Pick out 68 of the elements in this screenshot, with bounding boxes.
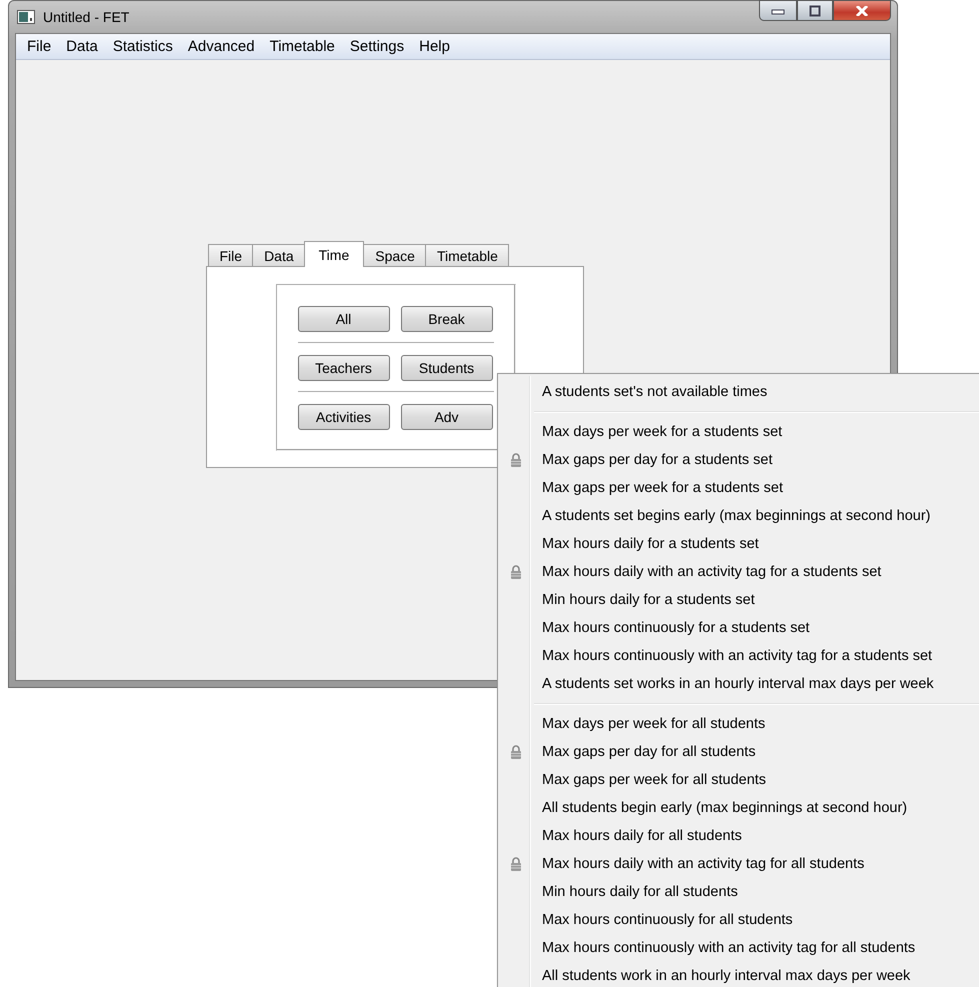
menu-item-label: Max days per week for a students set	[542, 424, 782, 440]
menu-item[interactable]: Max days per week for a students set	[500, 418, 979, 446]
menu-item-label: All students begin early (max beginnings at second hour)	[542, 800, 908, 816]
menu-item-label: Max gaps per week for a students set	[542, 480, 783, 496]
tab[interactable]: Timetable	[424, 244, 509, 266]
maximize-button[interactable]	[797, 0, 833, 21]
tab[interactable]: Space	[363, 244, 426, 266]
menu-item[interactable]: Max gaps per week for a students set	[500, 474, 979, 502]
menu-item[interactable]: Max hours continuously for all students	[500, 906, 979, 934]
push-button[interactable]: Teachers	[298, 355, 390, 381]
menu-item-label: Min hours daily for a students set	[542, 592, 755, 608]
menu-item[interactable]: Max gaps per day for a students set	[500, 446, 979, 474]
menu-item[interactable]: Max gaps per day for all students	[500, 738, 979, 766]
menu-item[interactable]: Timetable	[262, 34, 343, 58]
minimize-icon	[771, 6, 785, 14]
menu-item-label: Max days per week for all students	[542, 716, 766, 732]
menu-item[interactable]: Max hours daily for a students set	[500, 530, 979, 558]
menu-item[interactable]: All students work in an hourly interval max days per week	[500, 962, 979, 987]
menu-item-label: A students set begins early (max beginnings at second hour)	[542, 508, 931, 524]
maximize-icon	[809, 4, 821, 16]
menu-item[interactable]: File	[20, 34, 60, 58]
menu-item[interactable]: Settings	[342, 34, 412, 58]
close-icon	[855, 6, 869, 16]
menu-item[interactable]: Data	[59, 34, 106, 58]
menu-item-label: Max hours daily for all students	[542, 828, 742, 844]
menu-item[interactable]: Max hours daily for all students	[500, 822, 979, 850]
push-button[interactable]: All	[298, 306, 390, 332]
push-button[interactable]: Students	[400, 355, 492, 381]
menu-item[interactable]: Max hours continuously with an activity tag for all students	[500, 934, 979, 962]
tab[interactable]: Data	[252, 244, 305, 266]
menu-item[interactable]: A students set begins early (max beginnings at second hour)	[500, 502, 979, 530]
menu-item-label: All students work in an hourly interval max days per week	[542, 968, 910, 984]
menu-item-label: Max hours daily for a students set	[542, 536, 759, 552]
menu-item[interactable]: Max days per week for all students	[500, 710, 979, 738]
app-icon	[17, 10, 35, 24]
menu-item-label: Max hours daily with an activity tag for all students	[542, 856, 864, 872]
menu-item[interactable]: Statistics	[106, 34, 181, 58]
menu-item[interactable]: Max hours continuously for a students set	[500, 614, 979, 642]
menu-item-label: Max gaps per week for all students	[542, 772, 766, 788]
menu-item[interactable]: Max hours daily with an activity tag for all students	[500, 850, 979, 878]
menu-item-label: Max hours daily with an activity tag for a students set	[542, 564, 882, 580]
window-title: Untitled - FET	[43, 9, 130, 25]
menu-item-label: A students set's not available times	[542, 384, 768, 400]
tab[interactable]: File	[208, 244, 254, 266]
tab[interactable]: Time	[304, 241, 364, 267]
minimize-button[interactable]	[759, 0, 797, 21]
menu-item[interactable]: Advanced	[180, 34, 263, 58]
menu-item[interactable]: Help	[412, 34, 458, 58]
menu-item[interactable]: Max hours continuously with an activity tag for a students set	[500, 642, 979, 670]
menu-item[interactable]: All students begin early (max beginnings at second hour)	[500, 794, 979, 822]
menu-item[interactable]: Min hours daily for all students	[500, 878, 979, 906]
menu-item-label: Max gaps per day for all students	[542, 744, 756, 760]
menu-item[interactable]: A students set works in an hourly interval max days per week	[500, 670, 979, 698]
menu-item-label: Max gaps per day for a students set	[542, 452, 773, 468]
menu-item-label: Max hours continuously for all students	[542, 912, 793, 928]
menu-item-label: Max hours continuously for a students set	[542, 620, 810, 636]
menu-item-label: Max hours continuously with an activity tag for all students	[542, 940, 916, 956]
menu-item-label: Min hours daily for all students	[542, 884, 738, 900]
push-button[interactable]: Adv	[400, 404, 492, 430]
menu-item[interactable]: Min hours daily for a students set	[500, 586, 979, 614]
push-button[interactable]: Break	[400, 306, 492, 332]
menu-item-label: A students set works in an hourly interval max days per week	[542, 676, 934, 692]
push-button[interactable]: Activities	[298, 404, 390, 430]
close-button[interactable]	[833, 0, 891, 21]
menu-item-label: Max hours continuously with an activity tag for a students set	[542, 648, 932, 664]
menu-item[interactable]: Max hours daily with an activity tag for a students set	[500, 558, 979, 586]
menu-item[interactable]: Max gaps per week for all students	[500, 766, 979, 794]
menu-item[interactable]: A students set's not available times	[500, 378, 979, 406]
